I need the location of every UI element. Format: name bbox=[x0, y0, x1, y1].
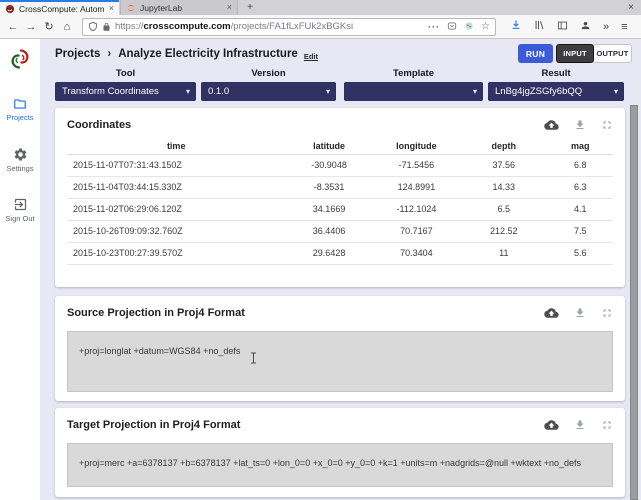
table-row: 2015-11-04T03:44:15.330Z -8.3531 124.899… bbox=[67, 176, 613, 199]
chevron-down-icon: ▾ bbox=[325, 87, 330, 96]
result-label: Result bbox=[541, 68, 571, 79]
download-icon[interactable] bbox=[574, 419, 586, 431]
col-time: time bbox=[67, 138, 286, 155]
back-button[interactable]: ← bbox=[4, 21, 22, 33]
shield-icon[interactable] bbox=[88, 21, 98, 32]
result-selector: Result LnBg4jgZSGfy6bQQ ▾ bbox=[488, 68, 624, 101]
page-title: Analyze Electricity Infrastructure bbox=[118, 48, 298, 60]
sidebar-toggle-icon[interactable] bbox=[557, 18, 568, 36]
sidebar-item-label: Projects bbox=[6, 113, 34, 122]
run-button[interactable]: RUN bbox=[518, 44, 553, 63]
more-tools-icon[interactable]: » bbox=[603, 21, 609, 33]
crosscompute-logo-icon bbox=[11, 49, 29, 69]
tool-selector: Tool Transform Coordinates ▾ bbox=[55, 68, 196, 101]
sidebar-item-settings[interactable]: Settings bbox=[0, 147, 40, 173]
input-output-toggle: INPUT OUTPUT bbox=[556, 44, 632, 63]
target-projection-title: Target Projection in Proj4 Format bbox=[67, 419, 241, 431]
browser-navbar: ← → ↻ ⌂ https://crosscompute.com/project… bbox=[0, 15, 641, 39]
sign-out-icon bbox=[14, 198, 26, 211]
downloads-icon[interactable] bbox=[510, 18, 522, 36]
sidebar-item-label: Sign Out bbox=[5, 214, 35, 223]
gear-icon bbox=[14, 148, 26, 161]
col-mag: mag bbox=[547, 138, 613, 155]
chevron-down-icon: ▾ bbox=[472, 87, 477, 96]
app-sidebar: Projects Settings Sign Out bbox=[0, 39, 40, 500]
address-bar[interactable]: https://crosscompute.com/projects/FA1fLx… bbox=[82, 17, 496, 36]
breadcrumb: Projects › Analyze Electricity Infrastru… bbox=[55, 45, 318, 63]
table-row: 2015-11-02T06:29:06.120Z 34.1669 -112.10… bbox=[67, 198, 613, 221]
table-row: 2015-11-07T07:31:43.150Z -30.9048 -71.54… bbox=[67, 154, 613, 177]
tab-jupyterlab[interactable]: JupyterLab × bbox=[120, 0, 238, 15]
output-toggle-button[interactable]: OUTPUT bbox=[594, 44, 632, 63]
extension-icon[interactable] bbox=[464, 18, 474, 36]
breadcrumb-separator: › bbox=[107, 48, 112, 60]
version-select[interactable]: 0.1.0 ▾ bbox=[201, 82, 336, 101]
new-tab-button[interactable]: + bbox=[243, 0, 257, 15]
bookmark-star-icon[interactable]: ☆ bbox=[481, 21, 490, 32]
template-select[interactable]: ▾ bbox=[344, 82, 483, 101]
source-projection-title: Source Projection in Proj4 Format bbox=[67, 307, 245, 319]
sidebar-item-label: Settings bbox=[6, 164, 34, 173]
chevron-down-icon: ▾ bbox=[185, 87, 190, 96]
page-actions-icon[interactable]: ··· bbox=[428, 22, 440, 32]
forward-button[interactable]: → bbox=[22, 21, 40, 33]
version-selector: Version 0.1.0 ▾ bbox=[201, 68, 336, 101]
sidebar-item-projects[interactable]: Projects bbox=[0, 97, 40, 122]
coordinates-table: time latitude longitude depth mag 2015-1… bbox=[67, 138, 613, 265]
tab-title: JupyterLab bbox=[140, 2, 183, 13]
crosscompute-favicon-icon bbox=[5, 4, 15, 13]
col-depth: depth bbox=[460, 138, 548, 155]
text-cursor-icon bbox=[250, 351, 257, 369]
upload-cloud-icon[interactable] bbox=[544, 419, 559, 431]
source-projection-textarea[interactable]: +proj=longlat +datum=WGS84 +no_defs bbox=[67, 331, 613, 392]
page-scrollbar bbox=[630, 105, 638, 500]
fullscreen-icon[interactable] bbox=[601, 419, 613, 431]
url-text: https://crosscompute.com/projects/FA1fLx… bbox=[115, 21, 354, 32]
col-longitude: longitude bbox=[372, 138, 461, 155]
main-content: Projects › Analyze Electricity Infrastru… bbox=[40, 39, 641, 500]
template-label: Template bbox=[392, 68, 434, 79]
coordinates-title: Coordinates bbox=[67, 119, 132, 131]
scrollbar-thumb[interactable] bbox=[630, 105, 638, 500]
input-toggle-button[interactable]: INPUT bbox=[556, 44, 594, 63]
fullscreen-icon[interactable] bbox=[601, 119, 613, 131]
folder-icon bbox=[14, 99, 26, 109]
pocket-icon[interactable] bbox=[447, 18, 457, 36]
upload-cloud-icon[interactable] bbox=[544, 119, 559, 131]
tab-crosscompute[interactable]: CrossCompute: Automat × bbox=[0, 0, 119, 15]
breadcrumb-projects-link[interactable]: Projects bbox=[55, 48, 100, 60]
version-label: Version bbox=[251, 68, 286, 79]
tool-select[interactable]: Transform Coordinates ▾ bbox=[55, 82, 196, 101]
jupyter-favicon-icon bbox=[127, 4, 135, 11]
target-projection-card: Target Projection in Proj4 Format +proj=… bbox=[55, 408, 625, 497]
download-icon[interactable] bbox=[574, 119, 586, 131]
window-close-icon[interactable]: × bbox=[628, 0, 634, 15]
tab-title: CrossCompute: Automat bbox=[19, 3, 104, 14]
menu-hamburger-icon[interactable]: ≡ bbox=[621, 21, 627, 33]
edit-link[interactable]: Edit bbox=[304, 52, 318, 61]
table-header-row: time latitude longitude depth mag bbox=[67, 138, 613, 155]
lock-icon bbox=[102, 22, 111, 32]
tab-close-icon[interactable]: × bbox=[109, 4, 114, 13]
table-row: 2015-10-23T00:27:39.570Z 29.6428 70.3404… bbox=[67, 242, 613, 265]
download-icon[interactable] bbox=[574, 307, 586, 319]
tab-close-icon[interactable]: × bbox=[227, 3, 232, 12]
table-row: 2015-10-26T09:09:32.760Z 36.4406 70.7167… bbox=[67, 220, 613, 243]
template-selector: Template ▾ bbox=[344, 68, 483, 101]
sidebar-item-sign-out[interactable]: Sign Out bbox=[0, 197, 40, 223]
tool-label: Tool bbox=[115, 68, 136, 79]
result-select[interactable]: LnBg4jgZSGfy6bQQ ▾ bbox=[488, 82, 624, 101]
coordinates-card: Coordinates time latitude longitude dept… bbox=[55, 108, 625, 287]
fullscreen-icon[interactable] bbox=[601, 307, 613, 319]
reload-button[interactable]: ↻ bbox=[40, 20, 58, 33]
source-projection-card: Source Projection in Proj4 Format +proj=… bbox=[55, 296, 625, 401]
upload-cloud-icon[interactable] bbox=[544, 307, 559, 319]
home-button[interactable]: ⌂ bbox=[58, 21, 76, 33]
account-icon[interactable] bbox=[580, 18, 591, 36]
target-projection-textarea[interactable]: +proj=merc +a=6378137 +b=6378137 +lat_ts… bbox=[67, 443, 613, 487]
library-icon[interactable] bbox=[534, 18, 545, 36]
chevron-down-icon: ▾ bbox=[613, 87, 618, 96]
col-latitude: latitude bbox=[285, 138, 373, 155]
browser-tab-bar: CrossCompute: Automat × JupyterLab × + × bbox=[0, 0, 641, 15]
